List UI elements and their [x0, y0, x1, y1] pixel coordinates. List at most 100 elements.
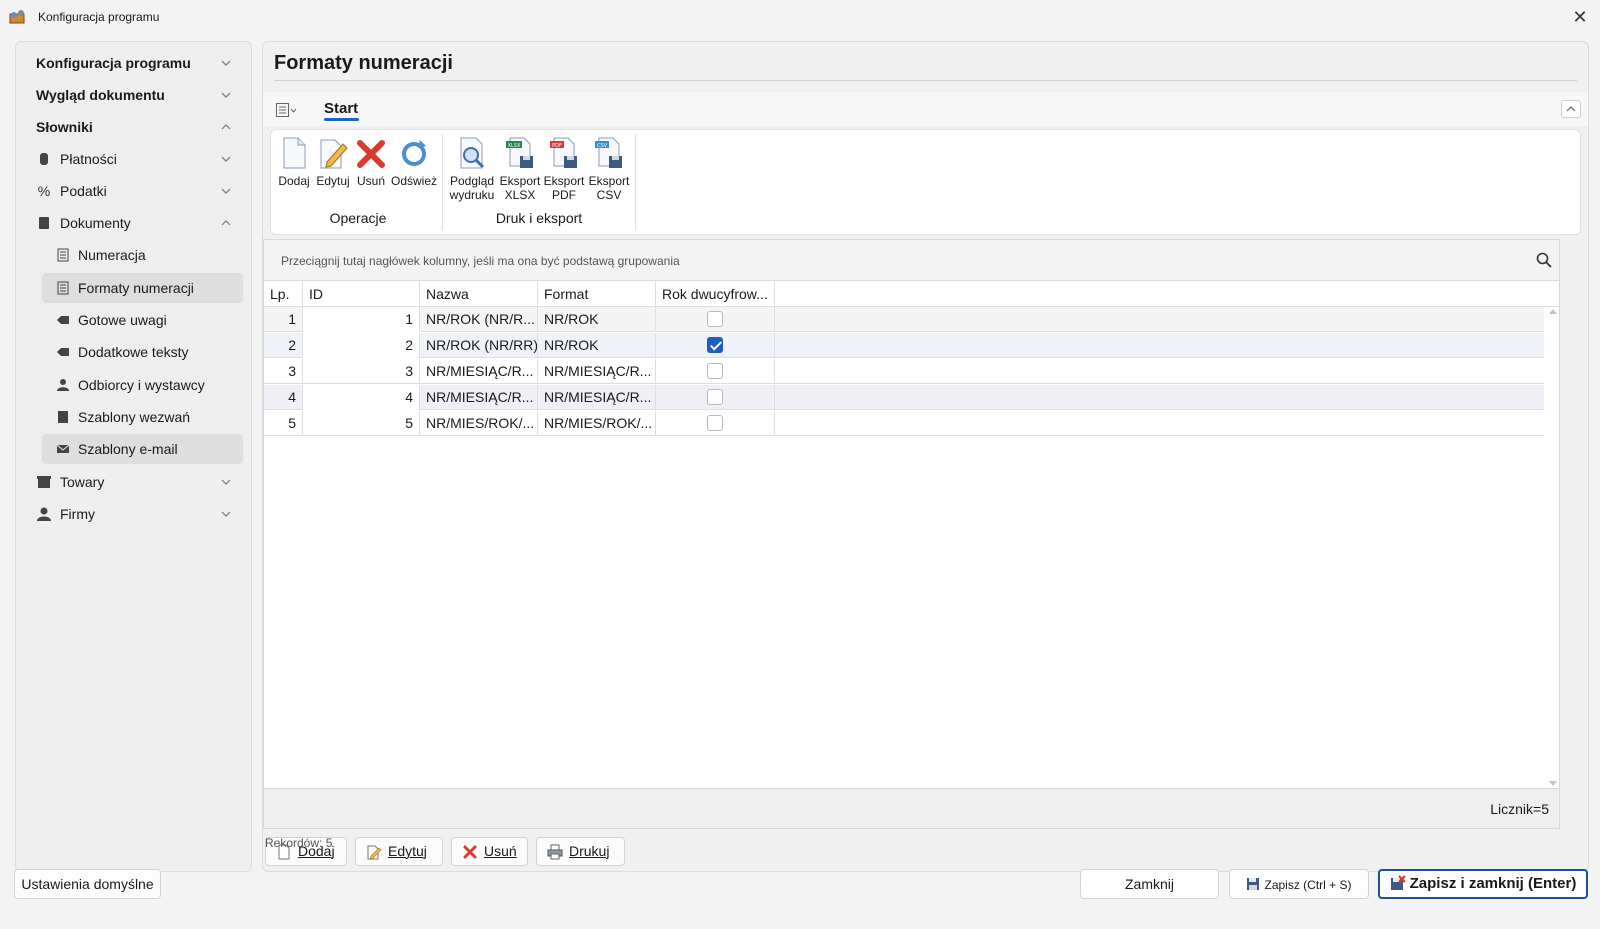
window-title: Konfiguracja programu	[38, 10, 160, 24]
checkbox-rok-dwucyfrowy[interactable]	[707, 337, 723, 353]
sidebar-item-dokumenty[interactable]: Dokumenty	[16, 208, 251, 238]
cell-rok-dwucyfrowy	[656, 307, 775, 332]
save-button[interactable]: Zapisz (Ctrl + S)	[1229, 869, 1369, 899]
ribbon-preview-label-1: Podgląd	[449, 174, 495, 188]
vertical-scrollbar[interactable]	[1547, 307, 1559, 788]
table-row[interactable]: 3 3 NR/MIESIĄC/R... NR/MIESIĄC/R...	[264, 359, 1544, 384]
ribbon-refresh-button[interactable]: Odśwież	[391, 136, 437, 188]
svg-text:CSV: CSV	[597, 143, 608, 149]
save-and-close-button[interactable]: Zapisz i zamknij (Enter)	[1378, 869, 1588, 899]
ribbon-tabs: Start	[263, 92, 1588, 126]
delete-x-icon	[357, 140, 385, 168]
sidebar-item-formaty-numeracji[interactable]: Formaty numeracji	[42, 273, 243, 303]
sidebar-item-firmy[interactable]: Firmy	[16, 499, 251, 529]
ribbon-add-button[interactable]: Dodaj	[275, 136, 313, 188]
sidebar-item-dodatkowe-teksty[interactable]: Dodatkowe teksty	[16, 337, 251, 367]
cell-id: 4	[303, 385, 420, 410]
tag-icon	[57, 348, 69, 356]
sidebar-item-wyglad[interactable]: Wygląd dokumentu	[16, 80, 251, 110]
ribbon-xlsx-label-1: Eksport	[499, 174, 541, 188]
ribbon-export-pdf-button[interactable]: PDF Eksport PDF	[542, 136, 586, 202]
sidebar-item-podatki[interactable]: % Podatki	[16, 176, 251, 206]
sidebar-item-platnosci[interactable]: Płatności	[16, 144, 251, 174]
tab-active-indicator	[324, 118, 359, 121]
table-row[interactable]: 4 4 NR/MIESIĄC/R... NR/MIESIĄC/R...	[264, 385, 1544, 410]
delete-button-label: Usuń	[484, 843, 517, 859]
title-bar: Konfiguracja programu ✕	[0, 0, 1600, 34]
sidebar-item-gotowe-uwagi[interactable]: Gotowe uwagi	[16, 305, 251, 335]
sidebar-item-label: Słowniki	[36, 119, 93, 135]
collapse-ribbon-button[interactable]	[1561, 100, 1581, 118]
sidebar-item-konfiguracja[interactable]: Konfiguracja programu	[16, 48, 251, 78]
sidebar-item-szablony-wezwan[interactable]: Szablony wezwań	[16, 402, 251, 432]
person-icon	[57, 379, 69, 391]
column-header-format[interactable]: Format	[538, 281, 656, 307]
ribbon-add-label: Dodaj	[278, 174, 310, 188]
ribbon-pdf-label-1: Eksport	[543, 174, 585, 188]
table-row[interactable]: 5 5 NR/MIES/ROK/... NR/MIES/ROK/...	[264, 411, 1544, 436]
close-window-button[interactable]: ✕	[1566, 6, 1594, 28]
checkbox-rok-dwucyfrowy[interactable]	[707, 363, 723, 379]
group-label-print: Druk i eksport	[495, 210, 583, 226]
scroll-up-arrow[interactable]	[1549, 309, 1557, 314]
table-row[interactable]: 1 1 NR/ROK (NR/R... NR/ROK	[264, 307, 1544, 332]
search-icon[interactable]	[1536, 252, 1552, 268]
chevron-down-icon	[221, 60, 231, 66]
sidebar-item-towary[interactable]: Towary	[16, 467, 251, 497]
ribbon-delete-label: Usuń	[356, 174, 385, 188]
sidebar-item-numeracja[interactable]: Numeracja	[16, 240, 251, 270]
cell-id: 5	[303, 411, 420, 436]
cell-id: 3	[303, 359, 420, 384]
cell-id: 1	[303, 307, 420, 332]
ribbon-edit-button[interactable]: Edytuj	[314, 136, 352, 188]
ribbon-csv-label-2: CSV	[596, 188, 622, 202]
cell-rok-dwucyfrowy	[656, 333, 775, 358]
checkbox-rok-dwucyfrowy[interactable]	[707, 415, 723, 431]
sidebar-item-odbiorcy[interactable]: Odbiorcy i wystawcy	[16, 370, 251, 400]
export-pdf-icon: PDF	[550, 137, 577, 168]
ribbon-delete-button[interactable]: Usuń	[354, 136, 388, 188]
document-icon	[39, 217, 49, 229]
checkbox-rok-dwucyfrowy[interactable]	[707, 311, 723, 327]
table-row[interactable]: 2 2 NR/ROK (NR/RR) NR/ROK	[264, 333, 1544, 358]
tab-start[interactable]: Start	[324, 100, 358, 117]
sidebar-item-label: Konfiguracja programu	[36, 55, 191, 71]
sidebar-item-label: Dodatkowe teksty	[78, 344, 189, 360]
column-header-nazwa[interactable]: Nazwa	[420, 281, 538, 307]
ribbon-edit-label: Edytuj	[316, 174, 350, 188]
column-header-lp[interactable]: Lp.	[264, 281, 303, 307]
sidebar-item-szablony-email[interactable]: Szablony e-mail	[42, 434, 243, 464]
sidebar: Konfiguracja programu Wygląd dokumentu S…	[15, 41, 252, 872]
defaults-button[interactable]: Ustawienia domyślne	[14, 869, 161, 899]
delete-button[interactable]: Usuń	[451, 837, 528, 866]
page-title: Formaty numeracji	[274, 52, 453, 74]
edit-document-icon	[320, 139, 348, 169]
quick-access-menu-icon[interactable]	[276, 103, 298, 117]
svg-text:XLSX: XLSX	[508, 143, 521, 149]
list-document-icon	[57, 281, 69, 295]
person-icon	[37, 507, 51, 521]
ribbon-refresh-label: Odśwież	[391, 174, 438, 188]
close-button[interactable]: Zamknij	[1080, 869, 1219, 899]
checkbox-rok-dwucyfrowy[interactable]	[707, 389, 723, 405]
cell-nazwa: NR/MIESIĄC/R...	[420, 359, 538, 384]
svg-text:PDF: PDF	[552, 143, 562, 149]
column-header-rok-dwucyfrowy[interactable]: Rok dwucyfrow...	[656, 281, 775, 307]
app-icon	[9, 10, 25, 24]
scroll-down-arrow[interactable]	[1549, 781, 1557, 786]
sidebar-item-label: Szablony wezwań	[78, 409, 191, 425]
chevron-down-icon	[221, 92, 231, 98]
print-button[interactable]: Drukuj	[536, 837, 625, 866]
chevron-down-icon	[221, 511, 231, 517]
ribbon-print-preview-button[interactable]: Podgląd wydruku	[446, 136, 498, 202]
delete-x-icon	[463, 845, 477, 859]
ribbon-export-csv-button[interactable]: CSV Eksport CSV	[587, 136, 631, 202]
ribbon-export-xlsx-button[interactable]: XLSX Eksport XLSX	[498, 136, 542, 202]
refresh-icon	[402, 140, 426, 166]
grid-footer: Licznik=5	[263, 789, 1560, 829]
sidebar-item-label: Szablony e-mail	[78, 441, 178, 457]
sidebar-item-slowniki[interactable]: Słowniki	[16, 112, 251, 142]
column-header-id[interactable]: ID	[303, 281, 420, 307]
group-by-panel[interactable]: Przeciągnij tutaj nagłówek kolumny, jeśl…	[264, 240, 1559, 281]
edit-button[interactable]: Edytuj	[355, 837, 443, 866]
